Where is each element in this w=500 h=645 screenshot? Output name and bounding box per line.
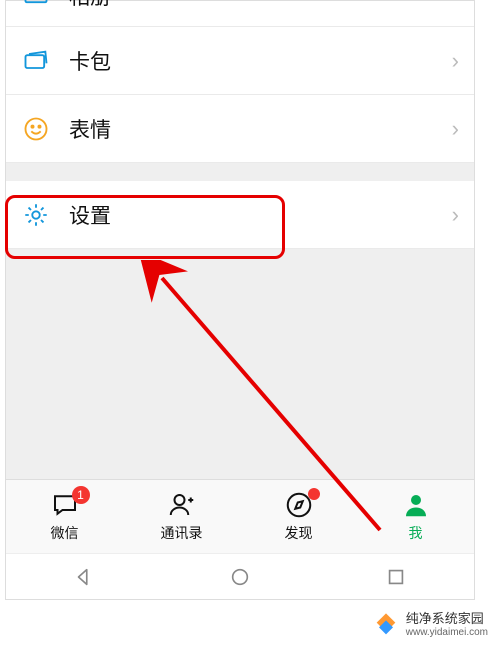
contacts-icon (167, 490, 197, 520)
menu-item-cards[interactable]: 卡包 › (6, 27, 474, 95)
android-nav-bar (6, 553, 474, 599)
tab-label-chats: 微信 (51, 523, 79, 543)
tab-chats[interactable]: 1 微信 (6, 480, 123, 553)
nav-back[interactable] (29, 566, 139, 588)
chevron-right-icon: › (452, 0, 459, 7)
me-page-content: 相册 › 卡包 › 表情 › (5, 0, 475, 600)
tab-label-discover: 发现 (285, 523, 313, 543)
menu-label-settings: 设置 (69, 200, 452, 230)
menu-label-stickers: 表情 (69, 114, 452, 144)
tab-contacts[interactable]: 通讯录 (123, 480, 240, 553)
section-gap (6, 163, 474, 181)
tab-label-me: 我 (409, 523, 423, 543)
watermark-title: 纯净系统家园 (406, 612, 488, 626)
gear-icon (21, 200, 51, 230)
album-icon (21, 0, 51, 9)
chevron-right-icon: › (452, 116, 459, 142)
nav-home[interactable] (185, 566, 295, 588)
watermark: 纯净系统家园 www.yidaimei.com (368, 609, 492, 641)
watermark-url: www.yidaimei.com (406, 627, 488, 638)
discover-dot (308, 488, 320, 500)
tab-me[interactable]: 我 (357, 480, 474, 553)
menu-item-settings[interactable]: 设置 › (6, 181, 474, 249)
me-icon (401, 490, 431, 520)
menu-label-album: 相册 (69, 0, 452, 11)
tab-label-contacts: 通讯录 (161, 523, 203, 543)
menu-item-album[interactable]: 相册 › (6, 1, 474, 27)
chevron-right-icon: › (452, 202, 459, 228)
cards-icon (21, 46, 51, 76)
chats-badge: 1 (72, 486, 90, 504)
menu-label-cards: 卡包 (69, 46, 452, 76)
sticker-icon (21, 114, 51, 144)
tab-discover[interactable]: 发现 (240, 480, 357, 553)
menu-item-stickers[interactable]: 表情 › (6, 95, 474, 163)
bottom-tab-bar: 1 微信 通讯录 发现 (6, 479, 474, 553)
chevron-right-icon: › (452, 48, 459, 74)
watermark-logo-icon (372, 611, 400, 639)
nav-recent[interactable] (341, 566, 451, 588)
